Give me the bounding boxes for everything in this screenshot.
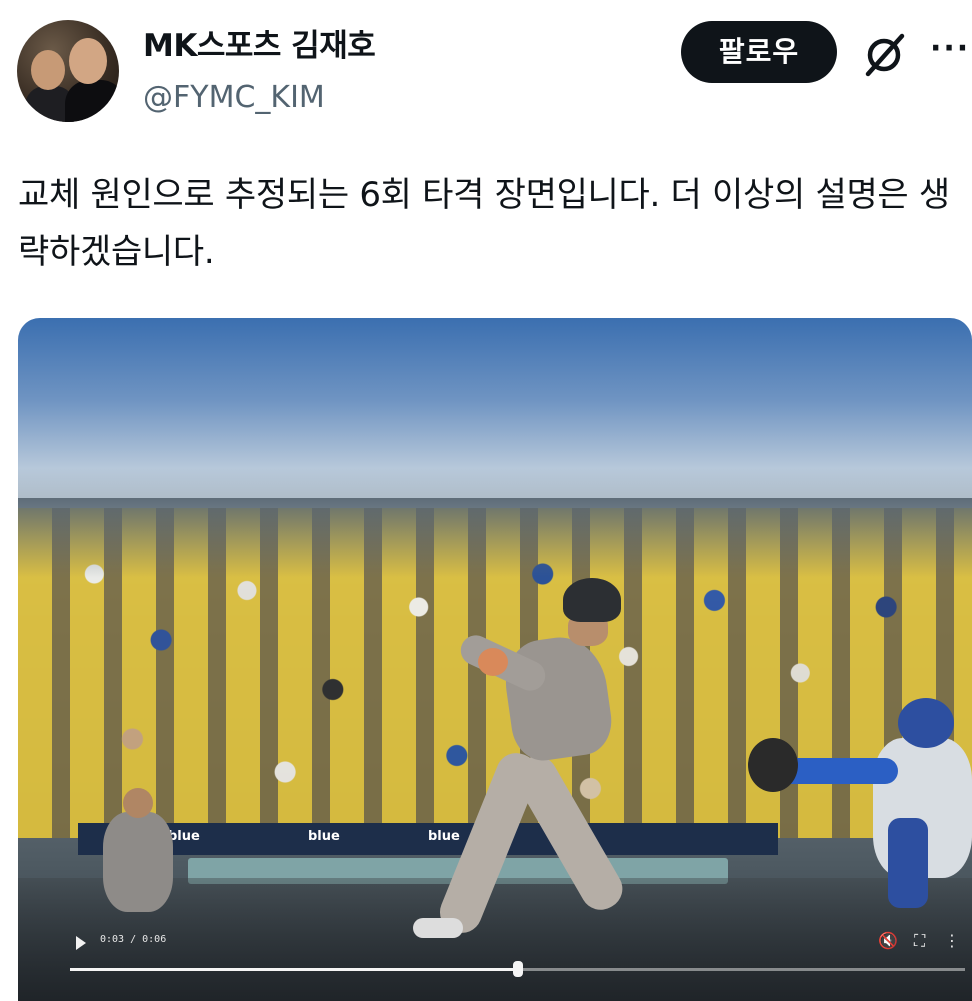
player-head (123, 788, 153, 818)
video-controls: 0:03 / 0:06 🔇 ⛶ ⋮ (18, 918, 972, 1001)
video-player[interactable]: blue blue blue 0:03 / 0:06 🔇 ⛶ ⋮ (18, 318, 972, 1001)
avatar-face (69, 38, 107, 84)
catcher-gear (888, 818, 928, 908)
batter-torso (500, 631, 616, 765)
catcher (748, 698, 972, 938)
batting-glove (478, 648, 508, 676)
fullscreen-icon[interactable]: ⛶ (914, 932, 932, 950)
batting-helmet (563, 578, 621, 622)
tweet-text: 교체 원인으로 추정되는 6회 타격 장면입니다. 더 이상의 설명은 생략하겠… (18, 175, 950, 272)
author-handle[interactable]: @FYMC_KIM (143, 78, 325, 118)
volume-muted-icon[interactable]: 🔇 (878, 932, 900, 950)
crowd-shade (18, 498, 972, 578)
batter-leg (508, 748, 630, 918)
catcher-mitt (748, 738, 798, 792)
tweet-header: MK스포츠 김재호 @FYMC_KIM 팔로우 ··· (0, 0, 972, 140)
video-time: 0:03 / 0:06 (100, 934, 167, 945)
avatar-figure (65, 80, 119, 122)
wall-ad: blue (308, 829, 340, 844)
avatar[interactable] (17, 20, 119, 122)
video-progress-bar[interactable] (70, 961, 965, 977)
more-options-icon[interactable]: ··· (930, 34, 972, 70)
author-display-name[interactable]: MK스포츠 김재호 (143, 26, 376, 66)
video-progress-handle[interactable] (512, 961, 523, 977)
video-more-icon[interactable]: ⋮ (944, 932, 962, 950)
player-body (103, 812, 173, 912)
on-deck-player (88, 788, 188, 918)
play-icon[interactable] (76, 936, 86, 950)
batter (398, 578, 658, 948)
catcher-helmet (898, 698, 954, 748)
avatar-face (31, 50, 65, 90)
video-progress-fill (70, 968, 518, 971)
grok-icon[interactable] (860, 30, 908, 78)
follow-button[interactable]: 팔로우 (681, 21, 837, 83)
